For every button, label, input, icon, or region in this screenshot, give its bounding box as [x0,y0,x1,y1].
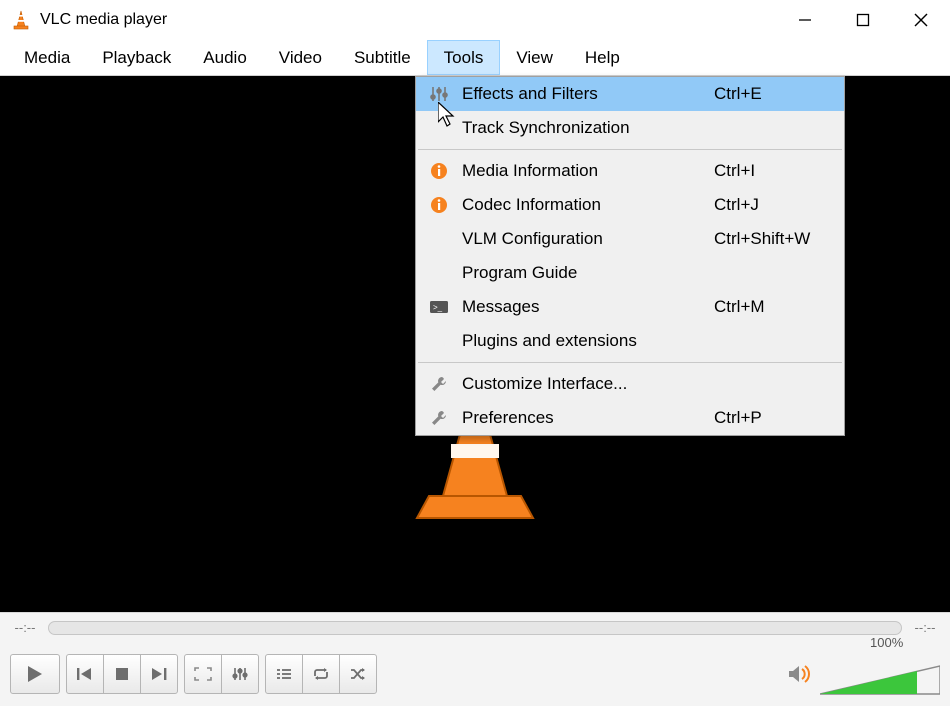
info-icon [416,162,462,180]
svg-text:>_: >_ [433,303,443,312]
playlist-group [265,654,377,694]
wrench-icon [416,409,462,427]
maximize-button[interactable] [834,0,892,40]
view-group [184,654,259,694]
menu-subtitle[interactable]: Subtitle [338,40,427,75]
menu-item-vlm-configuration[interactable]: VLM ConfigurationCtrl+Shift+W [416,222,844,256]
titlebar: VLC media player [0,0,950,40]
next-button[interactable] [140,654,178,694]
menubar: MediaPlaybackAudioVideoSubtitleToolsView… [0,40,950,76]
menu-item-messages[interactable]: >_ MessagesCtrl+M [416,290,844,324]
menu-item-shortcut: Ctrl+I [714,161,844,181]
shuffle-button[interactable] [339,654,377,694]
menu-audio[interactable]: Audio [187,40,262,75]
menu-item-customize-interface[interactable]: Customize Interface... [416,367,844,401]
speaker-icon[interactable] [788,663,812,685]
menu-item-shortcut: Ctrl+P [714,408,844,428]
menu-item-shortcut: Ctrl+M [714,297,844,317]
fullscreen-button[interactable] [184,654,222,694]
playback-group [66,654,178,694]
window-controls [776,0,950,40]
previous-button[interactable] [66,654,104,694]
tools-menu-dropdown: Effects and FiltersCtrl+ETrack Synchroni… [415,76,845,436]
menu-video[interactable]: Video [263,40,338,75]
menu-item-label: Effects and Filters [462,84,714,104]
play-button[interactable] [10,654,60,694]
menu-item-shortcut: Ctrl+J [714,195,844,215]
menu-item-codec-information[interactable]: Codec InformationCtrl+J [416,188,844,222]
menu-item-label: Codec Information [462,195,714,215]
volume-slider[interactable] [820,664,940,700]
seek-bar-row: --:-- --:-- [0,612,950,642]
wrench-icon [416,375,462,393]
menu-item-track-synchronization[interactable]: Track Synchronization [416,111,844,145]
time-total: --:-- [910,620,940,635]
sliders-icon [416,86,462,102]
menu-item-label: Customize Interface... [462,374,714,394]
menu-item-label: Plugins and extensions [462,331,714,351]
menu-item-label: Track Synchronization [462,118,714,138]
extended-settings-button[interactable] [221,654,259,694]
menu-item-label: Messages [462,297,714,317]
menu-playback[interactable]: Playback [86,40,187,75]
menu-item-media-information[interactable]: Media InformationCtrl+I [416,154,844,188]
info-icon [416,196,462,214]
menu-help[interactable]: Help [569,40,636,75]
playlist-button[interactable] [265,654,303,694]
stop-button[interactable] [103,654,141,694]
menu-item-shortcut: Ctrl+E [714,84,844,104]
menu-item-effects-and-filters[interactable]: Effects and FiltersCtrl+E [416,77,844,111]
menu-media[interactable]: Media [8,40,86,75]
menu-item-label: Preferences [462,408,714,428]
volume-label: 100% [870,635,950,650]
menu-tools[interactable]: Tools [427,40,501,75]
console-icon: >_ [416,300,462,314]
minimize-button[interactable] [776,0,834,40]
volume-area: 100% [788,649,940,700]
close-button[interactable] [892,0,950,40]
menu-item-label: Media Information [462,161,714,181]
menu-separator [418,149,842,150]
menu-item-label: VLM Configuration [462,229,714,249]
menu-item-shortcut: Ctrl+Shift+W [714,229,844,249]
loop-button[interactable] [302,654,340,694]
menu-separator [418,362,842,363]
seek-slider[interactable] [48,621,902,635]
menu-view[interactable]: View [500,40,569,75]
window-title: VLC media player [40,11,167,29]
menu-item-label: Program Guide [462,263,714,283]
time-elapsed: --:-- [10,620,40,635]
menu-item-plugins-and-extensions[interactable]: Plugins and extensions [416,324,844,358]
menu-item-program-guide[interactable]: Program Guide [416,256,844,290]
controls-row: 100% [0,642,950,706]
menu-item-preferences[interactable]: PreferencesCtrl+P [416,401,844,435]
vlc-cone-icon [10,9,32,31]
